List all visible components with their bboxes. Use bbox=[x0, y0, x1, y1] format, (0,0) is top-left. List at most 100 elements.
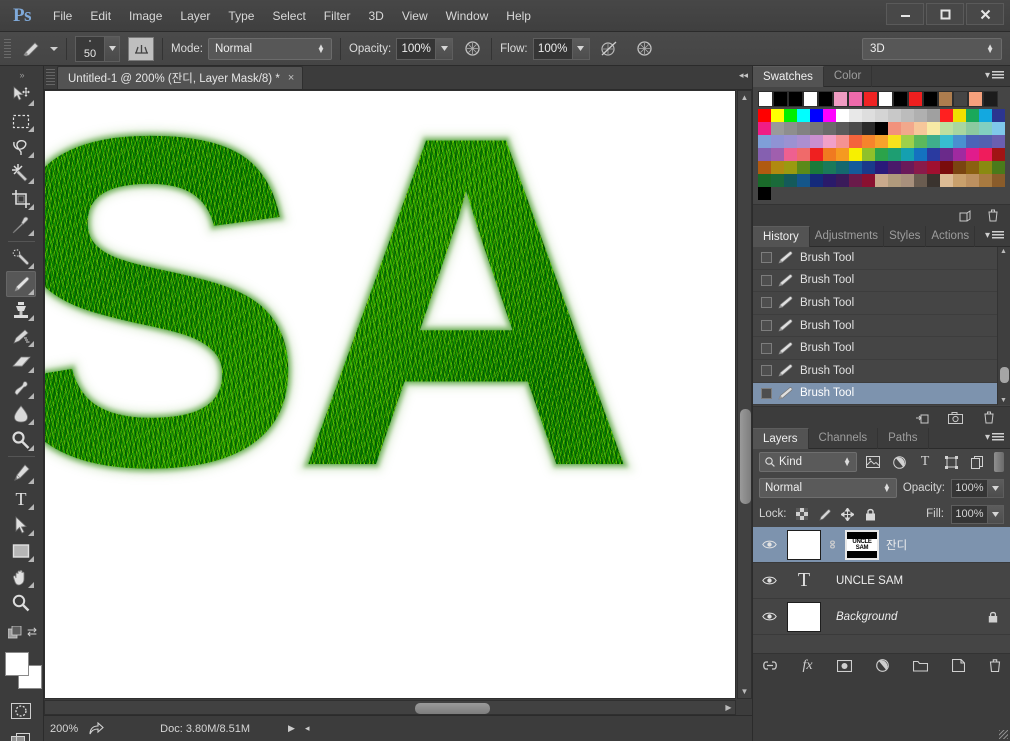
menu-help[interactable]: Help bbox=[497, 5, 540, 27]
color-swatch[interactable] bbox=[758, 161, 771, 174]
brush-tool-icon[interactable] bbox=[16, 37, 46, 61]
color-swatch[interactable] bbox=[888, 148, 901, 161]
layer-opacity-dropdown[interactable] bbox=[988, 478, 1004, 498]
color-swatch[interactable] bbox=[758, 187, 771, 200]
tab-adjustments[interactable]: Adjustments bbox=[810, 225, 885, 247]
mask-link-icon[interactable] bbox=[828, 538, 838, 551]
lock-image-pixels-icon[interactable] bbox=[817, 506, 833, 522]
color-swatch[interactable] bbox=[797, 109, 810, 122]
gradient-tool[interactable] bbox=[6, 375, 36, 401]
scroll-down-arrow-icon[interactable]: ▼ bbox=[738, 685, 751, 698]
color-swatch[interactable] bbox=[940, 148, 953, 161]
color-swatch[interactable] bbox=[888, 122, 901, 135]
rectangular-marquee-tool[interactable] bbox=[6, 108, 36, 134]
color-swatch[interactable] bbox=[966, 122, 979, 135]
tab-history[interactable]: History bbox=[753, 225, 810, 247]
layer-name[interactable]: 잔디 bbox=[886, 537, 907, 553]
color-swatch[interactable] bbox=[953, 161, 966, 174]
layer-name[interactable]: Background bbox=[836, 611, 897, 623]
layer-visibility-eye-icon[interactable] bbox=[758, 539, 780, 550]
color-swatch[interactable] bbox=[953, 135, 966, 148]
create-snapshot-icon[interactable] bbox=[948, 411, 963, 425]
color-swatch[interactable] bbox=[914, 148, 927, 161]
recent-color-swatch[interactable] bbox=[923, 91, 938, 107]
dodge-tool[interactable] bbox=[6, 427, 36, 453]
color-swatch[interactable] bbox=[979, 122, 992, 135]
color-swatch[interactable] bbox=[849, 122, 862, 135]
minimize-button[interactable] bbox=[886, 3, 924, 25]
options-bar-grip[interactable] bbox=[4, 38, 11, 59]
color-swatch[interactable] bbox=[823, 135, 836, 148]
color-swatch[interactable] bbox=[849, 148, 862, 161]
color-swatch[interactable] bbox=[927, 109, 940, 122]
layer-name[interactable]: UNCLE SAM bbox=[836, 575, 903, 587]
history-state-row[interactable]: Brush Tool bbox=[753, 247, 1010, 270]
color-swatch[interactable] bbox=[914, 135, 927, 148]
color-swatch[interactable] bbox=[862, 109, 875, 122]
color-swatch[interactable] bbox=[771, 135, 784, 148]
recent-color-swatch[interactable] bbox=[863, 91, 878, 107]
swap-colors-icon[interactable]: ⇄ bbox=[27, 625, 37, 639]
opacity-field[interactable]: 100% bbox=[396, 37, 437, 60]
magic-wand-tool[interactable] bbox=[6, 160, 36, 186]
color-swatch[interactable] bbox=[914, 109, 927, 122]
status-collapse-arrow-icon[interactable]: ◂ bbox=[305, 723, 310, 734]
color-swatch[interactable] bbox=[771, 109, 784, 122]
eraser-tool[interactable] bbox=[6, 349, 36, 375]
horizontal-scroll-thumb[interactable] bbox=[415, 703, 490, 714]
recent-color-swatch[interactable] bbox=[833, 91, 848, 107]
color-swatch[interactable] bbox=[901, 161, 914, 174]
delete-swatch-icon[interactable] bbox=[985, 209, 1000, 223]
color-swatch[interactable] bbox=[784, 135, 797, 148]
zoom-tool[interactable] bbox=[6, 590, 36, 616]
brush-tool[interactable] bbox=[6, 271, 36, 297]
edit-in-quick-mask-mode-button[interactable] bbox=[6, 698, 36, 724]
color-swatch[interactable] bbox=[888, 109, 901, 122]
brush-size-dropdown[interactable] bbox=[105, 35, 120, 62]
rectangle-tool[interactable] bbox=[6, 538, 36, 564]
history-state-checkbox[interactable] bbox=[761, 387, 772, 399]
tab-swatches[interactable]: Swatches bbox=[753, 65, 824, 87]
history-brush-tool[interactable] bbox=[6, 323, 36, 349]
recent-color-swatch[interactable] bbox=[818, 91, 833, 107]
color-swatch[interactable] bbox=[797, 148, 810, 161]
color-swatch[interactable] bbox=[992, 161, 1005, 174]
color-swatch[interactable] bbox=[940, 109, 953, 122]
history-state-row[interactable]: Brush Tool bbox=[753, 314, 1010, 338]
history-state-row[interactable]: Brush Tool bbox=[753, 337, 1010, 360]
layer-row[interactable]: UNCLE SAM 잔디 bbox=[753, 527, 1010, 563]
horizontal-type-tool[interactable]: T bbox=[6, 486, 36, 512]
clone-stamp-tool[interactable] bbox=[6, 297, 36, 323]
tab-actions[interactable]: Actions bbox=[926, 225, 976, 247]
layer-visibility-eye-icon[interactable] bbox=[758, 611, 780, 622]
color-swatch[interactable] bbox=[992, 122, 1005, 135]
color-swatch[interactable] bbox=[966, 174, 979, 187]
opacity-pressure-icon[interactable] bbox=[461, 38, 483, 60]
canvas-vertical-scrollbar[interactable]: ▲ ▼ bbox=[737, 90, 752, 699]
color-swatch[interactable] bbox=[927, 174, 940, 187]
color-swatch[interactable] bbox=[836, 161, 849, 174]
background-layer-thumbnail[interactable] bbox=[787, 601, 821, 632]
share-icon[interactable] bbox=[88, 722, 104, 736]
history-panel-resize-grip[interactable] bbox=[999, 730, 1008, 739]
document-canvas[interactable]: SA SA SA bbox=[44, 90, 736, 699]
color-swatch[interactable] bbox=[784, 174, 797, 187]
color-swatch[interactable] bbox=[862, 161, 875, 174]
new-swatch-icon[interactable] bbox=[958, 209, 973, 223]
color-swatch[interactable] bbox=[927, 135, 940, 148]
status-expand-arrow-icon[interactable]: ▶ bbox=[288, 723, 295, 734]
filter-smartobject-icon[interactable] bbox=[967, 452, 987, 472]
color-swatch[interactable] bbox=[862, 174, 875, 187]
color-swatch[interactable] bbox=[966, 148, 979, 161]
color-swatch[interactable] bbox=[953, 174, 966, 187]
layer-blend-mode-select[interactable]: Normal ▲ ▼ bbox=[759, 478, 897, 498]
layer-row[interactable]: Background bbox=[753, 599, 1010, 635]
delete-state-icon[interactable] bbox=[981, 411, 996, 425]
tab-strip-grip[interactable] bbox=[46, 69, 55, 87]
eyedropper-tool[interactable] bbox=[6, 212, 36, 238]
brush-size-field[interactable]: 50 bbox=[75, 35, 105, 62]
vertical-scroll-thumb[interactable] bbox=[740, 409, 751, 504]
color-swatch[interactable] bbox=[797, 135, 810, 148]
color-swatch[interactable] bbox=[836, 174, 849, 187]
color-swatch[interactable] bbox=[810, 109, 823, 122]
